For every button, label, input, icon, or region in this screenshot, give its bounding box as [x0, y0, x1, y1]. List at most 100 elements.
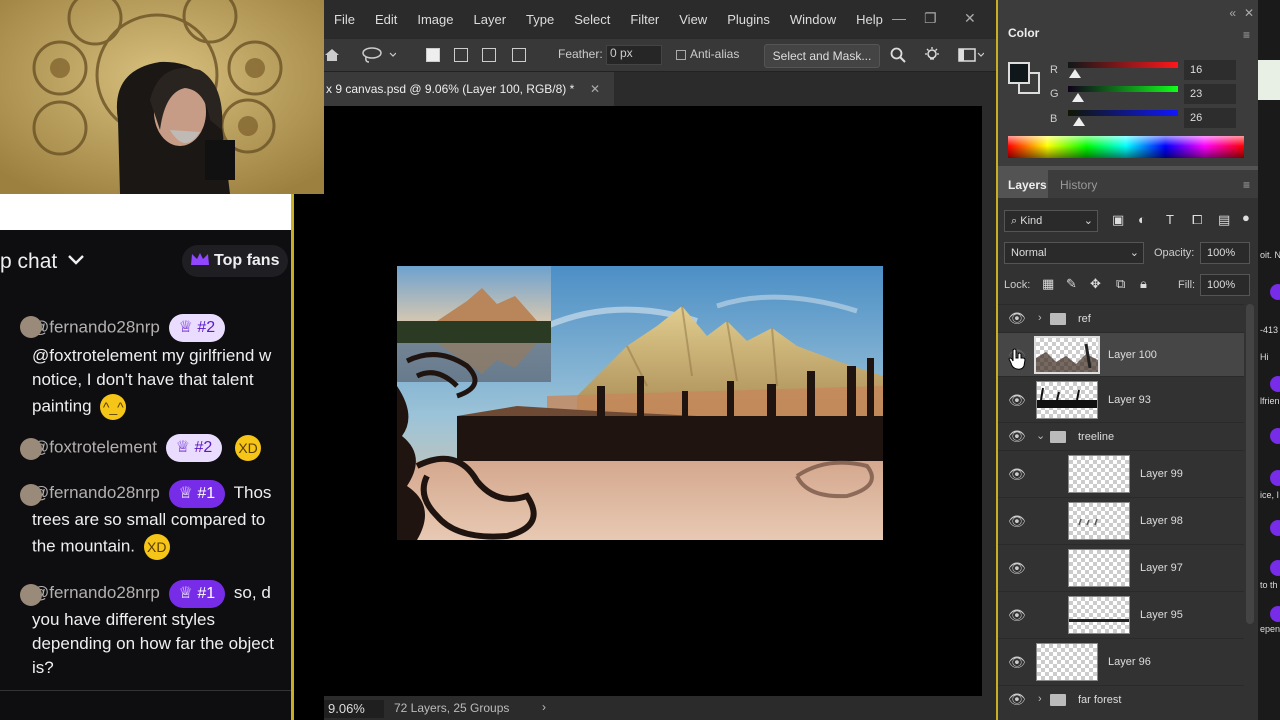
panel-menu-icon[interactable]: ≡ — [1243, 28, 1250, 42]
close-tab-icon[interactable]: ✕ — [590, 72, 600, 106]
close-panel-icon[interactable]: ✕ — [1244, 6, 1254, 20]
chevron-right-icon[interactable]: › — [1038, 312, 1042, 324]
layer-name[interactable]: Layer 98 — [1140, 515, 1183, 527]
menu-edit[interactable]: Edit — [365, 12, 407, 27]
chat-username[interactable]: @fernando28nrp — [32, 483, 160, 502]
layer-name[interactable]: Layer 99 — [1140, 468, 1183, 480]
color-spectrum[interactable] — [1008, 136, 1244, 158]
menu-filter[interactable]: Filter — [620, 12, 669, 27]
canvas-scrollbar[interactable] — [982, 106, 996, 696]
tab-history[interactable]: History — [1060, 178, 1097, 192]
red-slider[interactable] — [1068, 62, 1178, 68]
layer-name[interactable]: treeline — [1078, 431, 1114, 443]
visibility-eye-icon[interactable]: 👁︎ — [1008, 654, 1026, 671]
lock-position-icon[interactable]: ✥ — [1090, 276, 1101, 292]
chat-title[interactable]: p chat — [0, 250, 57, 274]
layer-name[interactable]: Layer 100 — [1108, 349, 1157, 361]
zoom-level-input[interactable]: 9.06% — [324, 700, 384, 718]
blue-slider-thumb[interactable] — [1073, 117, 1086, 126]
fill-input[interactable]: 100% — [1200, 274, 1250, 296]
menu-file[interactable]: File — [324, 12, 365, 27]
visibility-eye-icon[interactable]: 👁︎ — [1008, 466, 1026, 483]
collapse-icon[interactable]: « — [1229, 6, 1236, 20]
lock-transparency-icon[interactable]: ▦ — [1042, 276, 1054, 292]
layer-row[interactable]: 👁︎ Layer 95 — [998, 591, 1244, 638]
menu-plugins[interactable]: Plugins — [717, 12, 780, 27]
document-tab[interactable]: x 9 canvas.psd @ 9.06% (Layer 100, RGB/8… — [324, 72, 614, 106]
menu-window[interactable]: Window — [780, 12, 846, 27]
layer-group-row[interactable]: 👁︎ › far forest — [998, 685, 1244, 713]
blue-value-input[interactable]: 26 — [1184, 108, 1236, 128]
shape-filter-icon[interactable]: ⧠ — [1192, 212, 1202, 228]
layer-group-row[interactable]: 👁︎ › ref — [998, 304, 1244, 332]
subtract-selection-icon[interactable] — [482, 48, 496, 62]
menu-select[interactable]: Select — [564, 12, 620, 27]
filter-kind-select[interactable]: ⌕ Kind ⌄ — [1004, 210, 1098, 232]
select-and-mask-button[interactable]: Select and Mask... — [764, 44, 880, 68]
artwork-canvas[interactable] — [397, 266, 883, 540]
top-fans-button[interactable]: Top fans — [182, 245, 288, 277]
menu-type[interactable]: Type — [516, 12, 564, 27]
layer-row[interactable]: 👁︎ Layer 93 — [998, 376, 1244, 422]
blue-slider[interactable] — [1068, 110, 1178, 116]
feather-input[interactable]: 0 px — [606, 45, 662, 65]
add-selection-icon[interactable] — [454, 48, 468, 62]
menu-view[interactable]: View — [669, 12, 717, 27]
lock-all-icon[interactable]: 🔒︎ — [1140, 276, 1147, 292]
chat-username[interactable]: @foxtrotelement — [32, 437, 157, 456]
chevron-down-icon[interactable]: ⌄ — [1036, 429, 1045, 442]
layer-name[interactable]: Layer 97 — [1140, 562, 1183, 574]
menu-help[interactable]: Help — [846, 12, 893, 27]
type-filter-icon[interactable]: T — [1166, 212, 1174, 227]
smart-object-filter-icon[interactable]: ▤ — [1218, 212, 1230, 228]
close-icon[interactable]: ✕ — [964, 10, 976, 27]
tab-layers[interactable]: Layers — [1008, 178, 1047, 192]
visibility-eye-icon[interactable]: 👁︎ — [1008, 428, 1026, 445]
red-value-input[interactable]: 16 — [1184, 60, 1236, 80]
layer-name[interactable]: Layer 93 — [1108, 394, 1151, 406]
layer-name[interactable]: Layer 96 — [1108, 656, 1151, 668]
green-value-input[interactable]: 23 — [1184, 84, 1236, 104]
chat-username[interactable]: @fernando28nrp — [32, 583, 160, 602]
visibility-eye-icon[interactable]: 👁︎ — [1008, 560, 1026, 577]
maximize-icon[interactable]: ❐ — [924, 10, 937, 27]
image-filter-icon[interactable]: ▣ — [1112, 212, 1124, 228]
layer-group-row[interactable]: 👁︎ ⌄ treeline — [998, 422, 1244, 450]
lightbulb-icon[interactable] — [924, 47, 940, 66]
green-slider-thumb[interactable] — [1071, 93, 1084, 102]
search-icon[interactable] — [890, 47, 906, 66]
layer-row[interactable]: 👁︎ Layer 99 — [998, 450, 1244, 497]
workspace-icon[interactable] — [958, 47, 985, 66]
lock-artboard-icon[interactable]: ⧉ — [1116, 276, 1125, 292]
red-slider-thumb[interactable] — [1068, 69, 1081, 78]
visibility-eye-icon[interactable]: 👁︎ — [1008, 607, 1026, 624]
foreground-color-swatch[interactable] — [1008, 62, 1030, 84]
lasso-icon[interactable] — [362, 47, 397, 66]
layer-name[interactable]: ref — [1078, 313, 1091, 325]
layer-row[interactable]: 👁︎ Layer 96 — [998, 638, 1244, 685]
visibility-eye-icon[interactable]: 👁︎ — [1008, 691, 1026, 708]
visibility-eye-icon[interactable]: 👁︎ — [1008, 310, 1026, 327]
minimize-icon[interactable]: — — [892, 10, 906, 26]
menu-image[interactable]: Image — [407, 12, 463, 27]
new-selection-icon[interactable] — [426, 48, 440, 62]
panel-menu-icon[interactable]: ≡ — [1243, 178, 1250, 192]
chat-username[interactable]: @fernando28nrp — [32, 317, 160, 336]
antialias-checkbox[interactable] — [676, 50, 686, 60]
chevron-right-icon[interactable]: › — [542, 700, 546, 714]
opacity-input[interactable]: 100% — [1200, 242, 1250, 264]
layer-name[interactable]: far forest — [1078, 694, 1121, 706]
visibility-eye-icon[interactable]: 👁︎ — [1008, 513, 1026, 530]
menu-layer[interactable]: Layer — [464, 12, 517, 27]
layer-name[interactable]: Layer 95 — [1140, 609, 1183, 621]
chevron-right-icon[interactable]: › — [1038, 693, 1042, 705]
blend-mode-select[interactable]: Normal ⌄ — [1004, 242, 1144, 264]
chevron-down-icon[interactable] — [66, 249, 86, 274]
canvas-area[interactable] — [324, 106, 982, 696]
layer-row[interactable]: 👁︎ Layer 100 — [998, 332, 1244, 376]
green-slider[interactable] — [1068, 86, 1178, 92]
visibility-eye-icon[interactable]: 👁︎ — [1008, 392, 1026, 409]
layer-row[interactable]: 👁︎ Layer 97 — [998, 544, 1244, 591]
tab-color[interactable]: Color — [1008, 26, 1039, 40]
layer-row[interactable]: 👁︎ Layer 98 — [998, 497, 1244, 544]
